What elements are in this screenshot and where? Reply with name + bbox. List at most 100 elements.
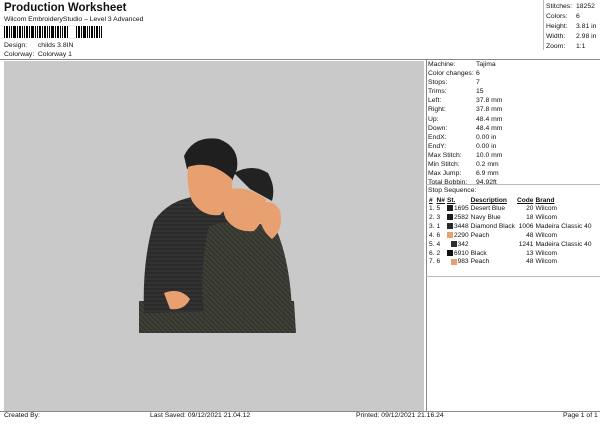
stitch-count: 983 — [446, 258, 470, 267]
table-row: 3. 1 3448 Diamond Black 1006 Madeira Classic … — [428, 223, 593, 232]
stop-number: 3. — [429, 222, 435, 230]
colorway-row: Colorway: Colorway 1 — [4, 51, 72, 58]
stat-height: Height: 3.81 in — [546, 23, 597, 30]
thread-description: Peach — [470, 258, 490, 266]
thread-swatch — [446, 223, 453, 230]
thread-code: 1241 — [518, 240, 534, 248]
needle-number: 6 — [436, 231, 441, 239]
thread-description — [470, 241, 516, 250]
stop-number: 1. — [429, 205, 435, 212]
info-max-stitch: Max Stitch: 10.0 mm — [428, 151, 503, 159]
production-worksheet: Production Worksheet Wilcom EmbroiderySt… — [0, 0, 600, 424]
col-description: Description — [470, 197, 507, 204]
stitch-count: 2582 — [446, 214, 470, 223]
col-brand: Brand — [535, 197, 555, 204]
thread-code: 48 — [526, 258, 534, 266]
machine-info: Machine: Tajima Color changes: 6 Stops: 7 T… — [428, 60, 598, 187]
panel-divider — [426, 59, 427, 411]
col-stitches: St. — [446, 197, 456, 204]
table-row: 5. 4 342 1241 Madeira Classic 40 — [428, 241, 593, 250]
design-label: Design: — [4, 42, 28, 49]
stitch-count: 2290 — [446, 232, 470, 241]
thread-description: Diamond Black — [470, 222, 515, 230]
needle-number: 4 — [436, 240, 441, 248]
stop-number: 2. — [429, 213, 435, 221]
thread-code: 18 — [526, 213, 534, 221]
stitch-count: 3448 — [446, 223, 470, 232]
thread-swatch — [450, 240, 457, 247]
info-right: Right: 37.8 mm — [428, 106, 503, 114]
page-title: Production Worksheet — [4, 2, 127, 14]
table-row: 7. 6 983 Peach 48 Wilcom — [428, 258, 593, 267]
stop-sequence-table: # N# St. Description Code Brand 1. 5 1695 D… — [428, 196, 593, 267]
thread-swatch — [450, 258, 457, 265]
thread-swatch — [446, 231, 453, 238]
thread-code: 13 — [526, 249, 534, 257]
colorway-label: Colorway: — [4, 51, 35, 58]
stitch-count: 1695 — [446, 205, 470, 214]
thread-brand: Wilcom — [535, 213, 558, 221]
table-header-row: # N# St. Description Code Brand — [428, 196, 593, 205]
needle-number: 3 — [436, 213, 441, 221]
sequence-divider — [426, 276, 600, 277]
colorway-value: Colorway 1 — [37, 51, 72, 58]
info-total-bobbin: Total Bobbin: 94.92ft — [428, 179, 497, 187]
footer-created-by: Created By: — [4, 412, 40, 419]
stop-number: 6. — [429, 249, 435, 257]
footer-page: Page 1 of 1 — [563, 412, 598, 419]
thread-brand: Wilcom — [535, 249, 558, 257]
stop-number: 7. — [429, 258, 435, 266]
thread-description: Navy Blue — [470, 213, 501, 221]
stop-number: 4. — [429, 231, 435, 239]
stitch-count: 342 — [446, 241, 470, 250]
table-row: 1. 5 1695 Desert Blue 20 Wilcom — [428, 205, 593, 214]
info-machine: Machine: Tajima — [428, 61, 496, 68]
footer-last-saved: Last Saved: 09/12/2021 21.04.12 — [150, 412, 251, 419]
needle-number: 5 — [436, 205, 441, 212]
stat-stitches: Stitches: 18252 — [546, 3, 595, 10]
info-up: Up: 48.4 mm — [428, 115, 503, 123]
info-endx: EndX: 0.00 in — [428, 133, 497, 141]
stat-width: Width: 2.98 in — [546, 33, 597, 40]
stat-colors: Colors: 6 — [546, 13, 580, 20]
needle-number: 1 — [436, 222, 441, 230]
table-row: 6. 2 6910 Black 13 Wilcom — [428, 250, 593, 259]
design-preview — [4, 61, 424, 411]
stitch-count: 6910 — [446, 250, 470, 259]
table-row: 4. 6 2290 Peach 48 Wilcom — [428, 232, 593, 241]
thread-brand: Wilcom — [535, 231, 558, 239]
info-stops: Stops: 7 — [428, 79, 480, 87]
col-code: Code — [516, 197, 534, 204]
design-row: Design: childs 3.8IN — [4, 42, 73, 49]
thread-swatch — [446, 249, 453, 256]
thread-code: 20 — [526, 205, 534, 212]
stop-sequence-title: Stop Sequence: — [428, 187, 477, 194]
thread-description: Desert Blue — [470, 205, 506, 212]
needle-number: 2 — [436, 249, 441, 257]
thread-brand: Madeira Classic 40 — [535, 240, 592, 248]
info-down: Down: 48.4 mm — [428, 124, 503, 132]
col-needle: N# — [436, 197, 445, 204]
software-subtitle: Wilcom EmbroideryStudio – Level 3 Advanc… — [4, 16, 144, 23]
stat-zoom: Zoom: 1:1 — [546, 43, 586, 50]
embroidery-figure — [139, 138, 296, 333]
stop-number: 5. — [429, 240, 435, 248]
info-max-jump: Max Jump: 6.9 mm — [428, 170, 499, 178]
thread-description: Peach — [470, 231, 490, 239]
design-value: childs 3.8IN — [37, 42, 74, 49]
col-stop: # — [429, 197, 433, 204]
footer-divider — [0, 411, 600, 412]
thread-swatch — [446, 214, 453, 221]
thread-code: 48 — [526, 231, 534, 239]
thread-brand: Madeira Classic 40 — [535, 222, 592, 230]
thread-code: 1006 — [518, 222, 534, 230]
thread-description: Black — [470, 249, 487, 257]
info-endy: EndY: 0.00 in — [428, 142, 497, 150]
needle-number: 6 — [436, 258, 441, 266]
info-color-changes: Color changes: 6 — [428, 70, 480, 78]
thread-swatch — [446, 205, 453, 212]
info-left: Left: 37.8 mm — [428, 97, 503, 105]
info-trims: Trims: 15 — [428, 88, 484, 96]
table-row: 2. 3 2582 Navy Blue 18 Wilcom — [428, 214, 593, 223]
barcode — [4, 26, 102, 38]
